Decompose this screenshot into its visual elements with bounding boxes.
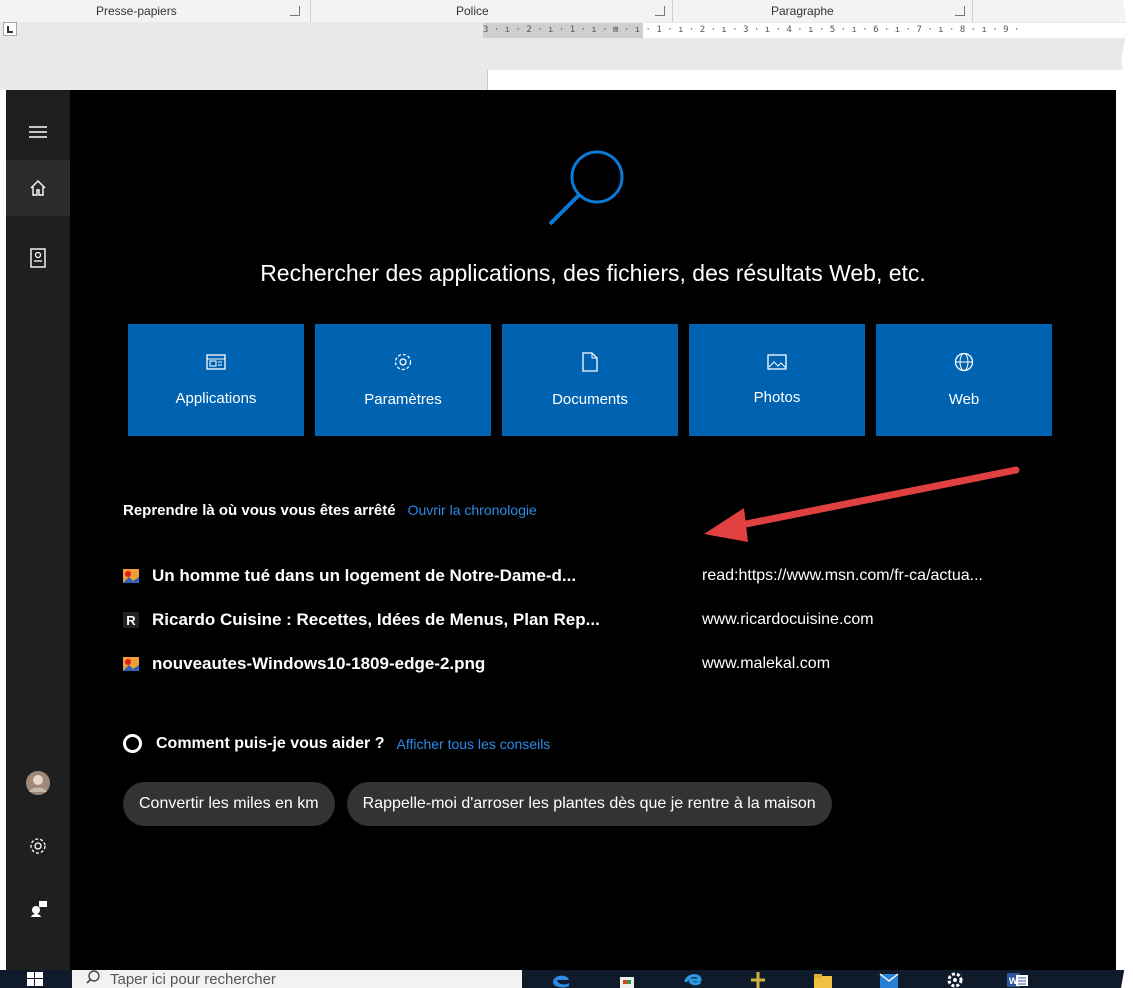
show-tips-link[interactable]: Afficher tous les conseils bbox=[396, 736, 550, 752]
resume-section: Reprendre là où vous vous êtes arrêté Ouv… bbox=[123, 502, 537, 519]
category-label: Documents bbox=[552, 391, 628, 408]
category-label: Web bbox=[948, 391, 980, 408]
category-web[interactable]: Web bbox=[876, 324, 1052, 436]
suggestion-chip[interactable]: Convertir les miles en km bbox=[123, 782, 335, 826]
search-headline: Rechercher des applications, des fichier… bbox=[260, 260, 926, 286]
taskbar: Taper ici pour rechercher W bbox=[0, 970, 1133, 988]
word-ribbon: Presse-papiers Police Paragraphe bbox=[0, 0, 1133, 23]
ribbon-group-paragraph[interactable]: Paragraphe bbox=[771, 4, 834, 18]
category-photos[interactable]: Photos bbox=[689, 324, 865, 436]
category-tiles: Applications Paramètres Documents Photos… bbox=[128, 324, 1063, 436]
item-url: read:https://www.msn.com/fr-ca/actua... bbox=[702, 567, 983, 584]
list-item[interactable]: R Ricardo Cuisine : Recettes, Idées de M… bbox=[123, 598, 1073, 642]
svg-text:W: W bbox=[1009, 976, 1018, 986]
category-label: Applications bbox=[175, 390, 257, 407]
feedback-icon[interactable] bbox=[6, 880, 70, 936]
item-url: www.ricardocuisine.com bbox=[702, 611, 874, 628]
annotation-arrow bbox=[704, 466, 1020, 542]
search-placeholder: Taper ici pour rechercher bbox=[110, 970, 276, 988]
document-page[interactable] bbox=[487, 70, 1133, 90]
ribbon-separator bbox=[310, 0, 311, 22]
photo-icon bbox=[767, 354, 787, 375]
gear-icon bbox=[393, 352, 413, 377]
search-panel: Rechercher des applications, des fichier… bbox=[6, 90, 1116, 970]
suggestion-chips: Convertir les miles en km Rappelle-moi d… bbox=[123, 782, 844, 826]
screenshot: Presse-papiers Police Paragraphe 3 · ı ·… bbox=[0, 0, 1133, 988]
store-icon[interactable] bbox=[614, 972, 640, 988]
search-icon bbox=[540, 145, 630, 240]
ribbon-group-font[interactable]: Police bbox=[456, 4, 489, 18]
app-window-icon bbox=[206, 353, 226, 376]
app-icon[interactable] bbox=[745, 972, 771, 988]
cortana-circle-icon bbox=[123, 734, 142, 753]
item-name: Ricardo Cuisine : Recettes, Idées de Men… bbox=[152, 610, 600, 629]
windows-start-icon[interactable] bbox=[20, 970, 50, 988]
item-name: Un homme tué dans un logement de Notre-D… bbox=[152, 566, 577, 585]
edge-icon[interactable] bbox=[548, 972, 574, 988]
word-icon[interactable]: W bbox=[1005, 972, 1031, 988]
hamburger-menu-icon[interactable] bbox=[6, 104, 70, 160]
ribbon-separator bbox=[672, 0, 673, 22]
list-item[interactable]: nouveautes-Windows10-1809-edge-2.png www… bbox=[123, 642, 1073, 686]
open-timeline-link[interactable]: Ouvrir la chronologie bbox=[408, 502, 537, 518]
recent-activity-list: Un homme tué dans un logement de Notre-D… bbox=[123, 554, 1073, 686]
ribbon-group-clipboard[interactable]: Presse-papiers bbox=[96, 4, 177, 18]
search-icon bbox=[86, 970, 100, 988]
category-documents[interactable]: Documents bbox=[502, 324, 678, 436]
resume-title: Reprendre là où vous vous êtes arrêté bbox=[123, 502, 396, 519]
r-letter-icon: R bbox=[123, 612, 139, 628]
globe-icon bbox=[954, 352, 974, 377]
document-icon bbox=[582, 352, 598, 377]
category-label: Photos bbox=[753, 389, 801, 406]
suggestion-chip[interactable]: Rappelle-moi d'arroser les plantes dès q… bbox=[346, 782, 832, 826]
tab-selector-icon[interactable] bbox=[3, 22, 17, 36]
ruler-ticks: 3 · ı · 2 · ı · 1 · ı · ⊠ · ı · 1 · ı · … bbox=[483, 25, 1020, 35]
internet-explorer-icon[interactable] bbox=[680, 972, 706, 988]
item-url: www.malekal.com bbox=[702, 655, 831, 672]
notebook-icon[interactable] bbox=[6, 230, 70, 286]
clipboard-launcher-icon[interactable] bbox=[290, 6, 300, 16]
list-item[interactable]: Un homme tué dans un logement de Notre-D… bbox=[123, 554, 1073, 598]
file-explorer-icon[interactable] bbox=[810, 972, 836, 988]
ribbon-separator bbox=[972, 0, 973, 22]
horizontal-ruler[interactable]: 3 · ı · 2 · ı · 1 · ı · ⊠ · ı · 1 · ı · … bbox=[483, 23, 1133, 38]
category-label: Paramètres bbox=[364, 391, 442, 408]
category-parametres[interactable]: Paramètres bbox=[315, 324, 491, 436]
avatar[interactable] bbox=[6, 755, 70, 811]
help-section: Comment puis-je vous aider ? Afficher to… bbox=[123, 734, 550, 753]
image-file-icon bbox=[123, 656, 139, 672]
image-file-icon bbox=[123, 568, 139, 584]
torn-edge bbox=[1120, 0, 1133, 988]
search-nav-rail bbox=[6, 90, 70, 970]
help-title: Comment puis-je vous aider ? bbox=[156, 734, 385, 752]
category-applications[interactable]: Applications bbox=[128, 324, 304, 436]
settings-gear-icon[interactable] bbox=[942, 972, 968, 988]
settings-gear-icon[interactable] bbox=[6, 818, 70, 874]
paragraph-launcher-icon[interactable] bbox=[955, 6, 965, 16]
taskbar-search-box[interactable]: Taper ici pour rechercher bbox=[72, 970, 522, 988]
font-launcher-icon[interactable] bbox=[655, 6, 665, 16]
home-icon[interactable] bbox=[6, 160, 70, 216]
mail-icon[interactable] bbox=[876, 972, 902, 988]
item-name: nouveautes-Windows10-1809-edge-2.png bbox=[152, 654, 486, 673]
